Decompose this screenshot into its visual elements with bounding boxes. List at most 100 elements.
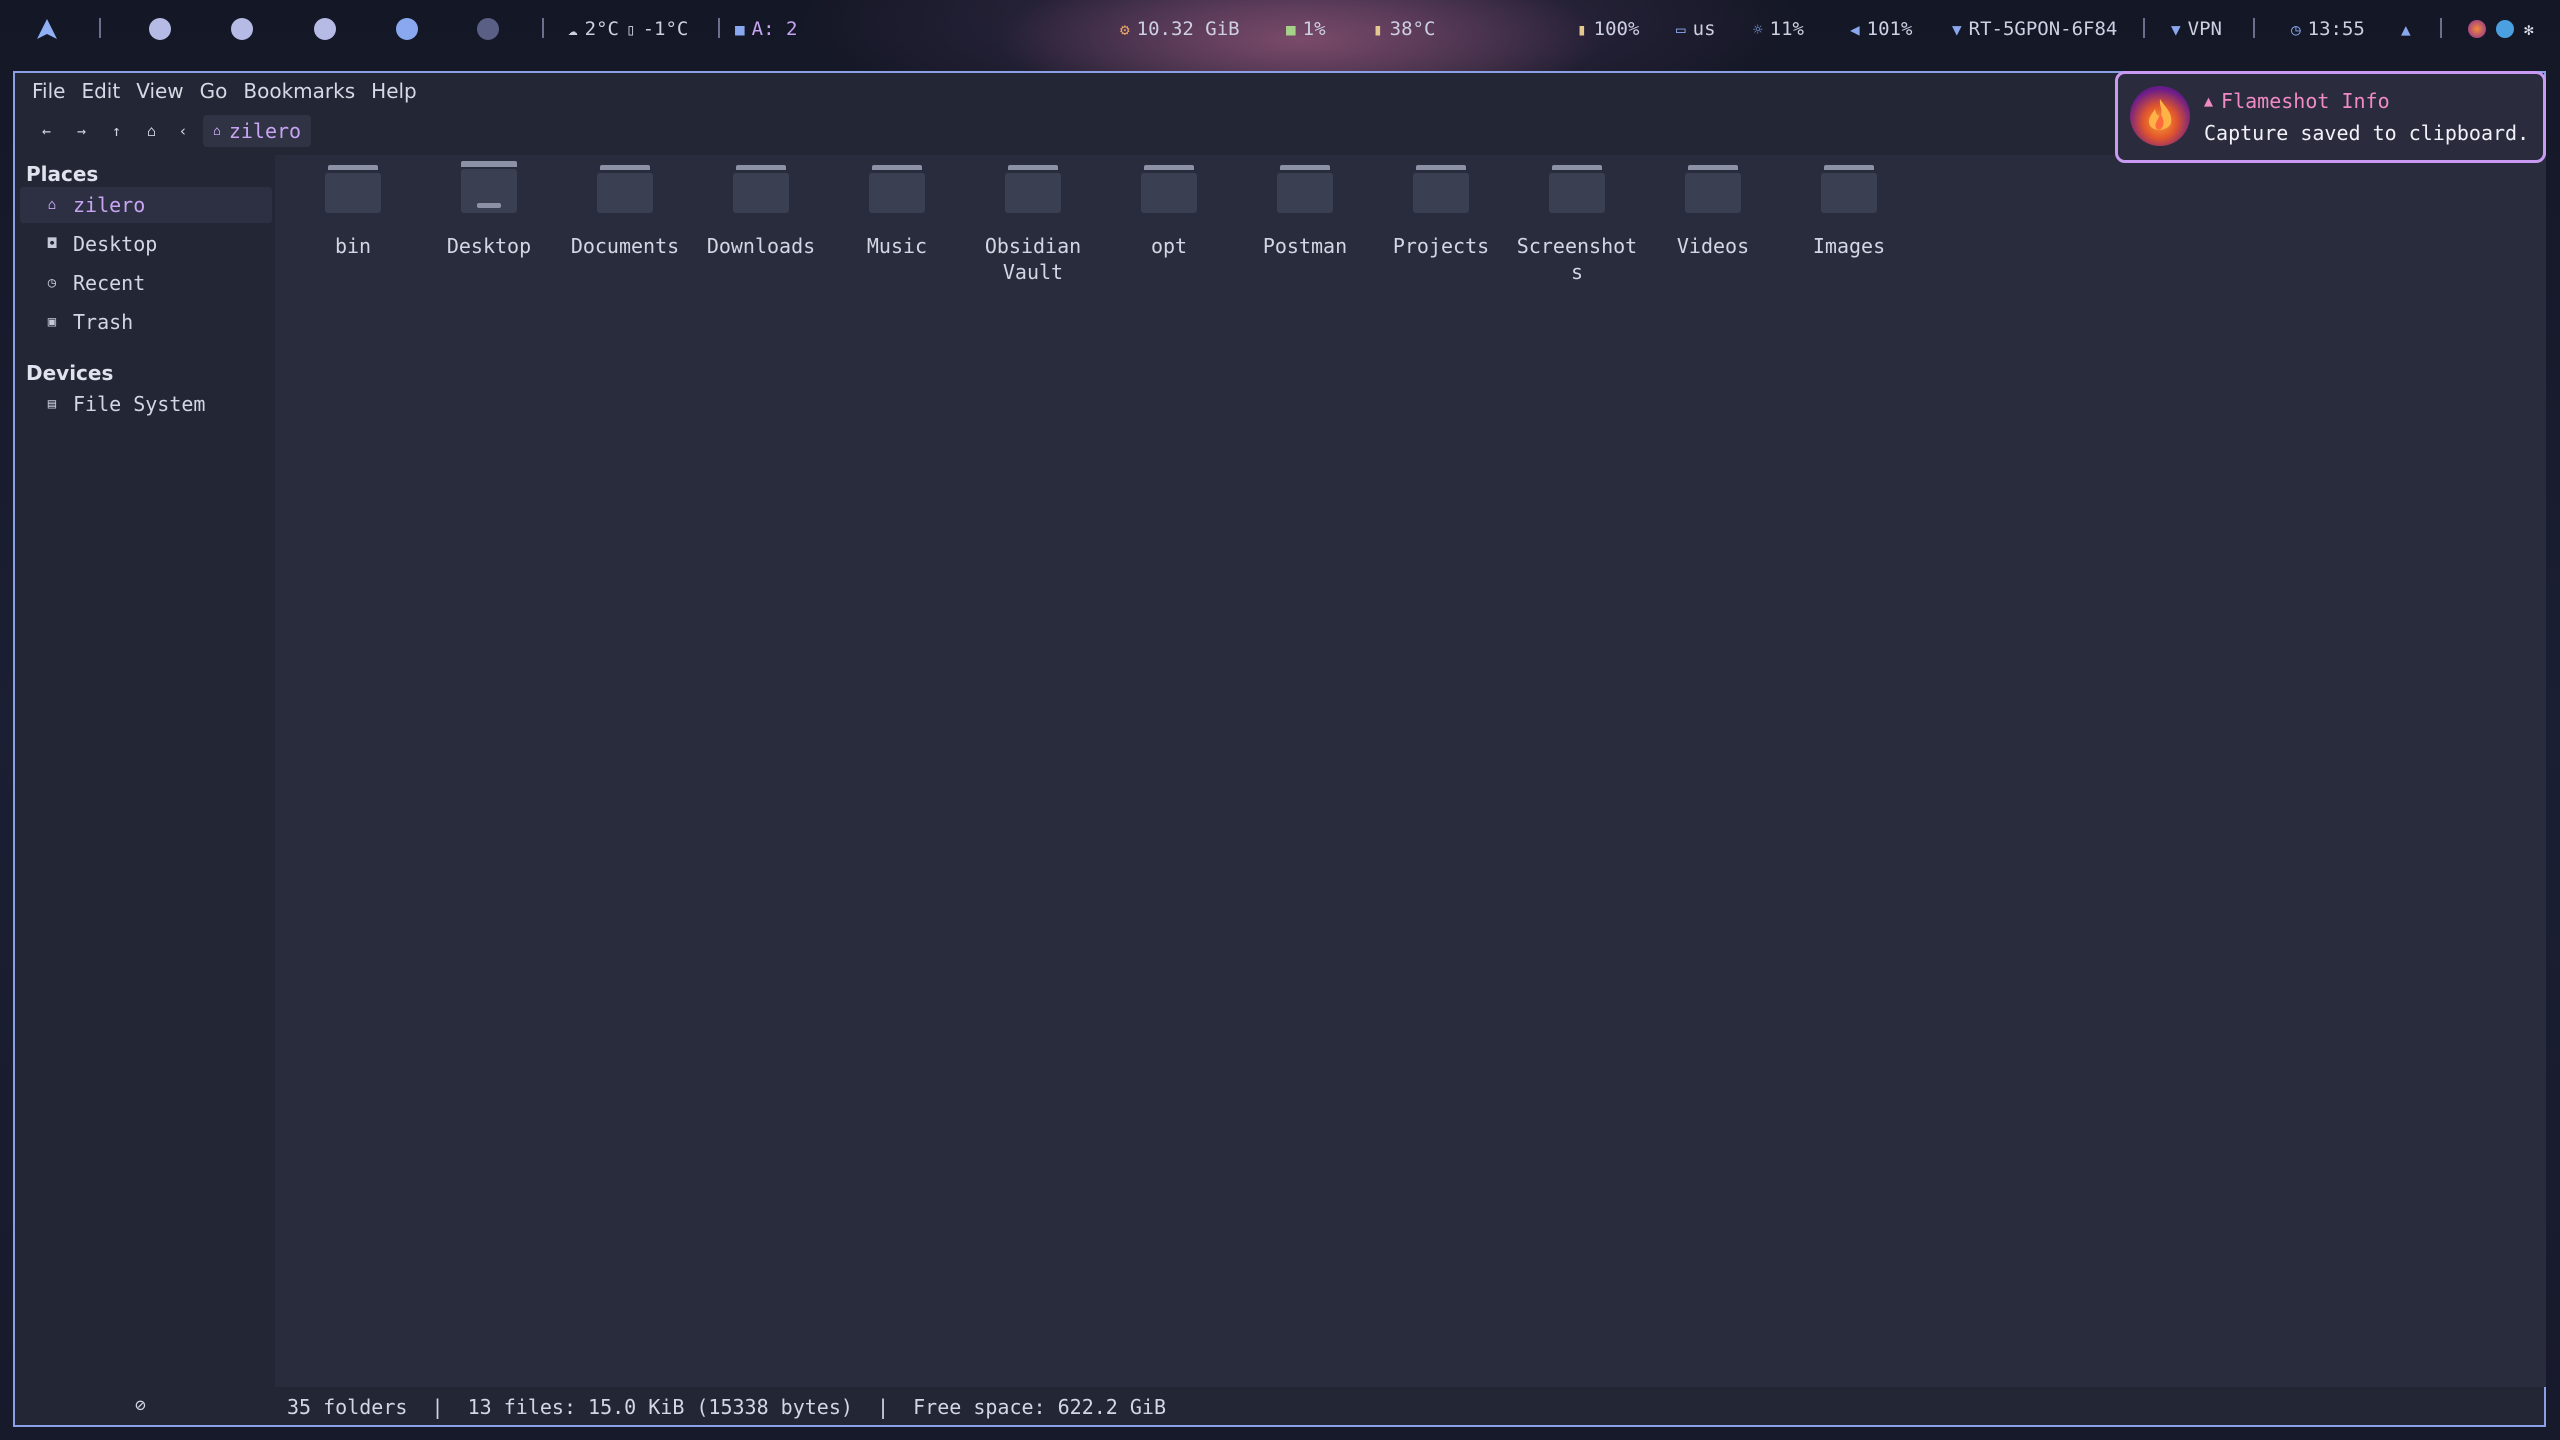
vpn-icon: ▼ — [2171, 19, 2181, 39]
clock-widget[interactable]: ◷ 13:55 — [2291, 0, 2365, 58]
folder-item[interactable]: Screenshots — [1512, 165, 1642, 285]
sidebar: Places ⌂ zilero ◘ Desktop ◷ Recent ▣ Tra… — [15, 155, 273, 1387]
folder-name: Desktop — [446, 234, 532, 258]
weather-low-temp: -1°C — [642, 18, 689, 40]
arrow-left-icon[interactable]: ← — [29, 122, 64, 140]
memory-widget[interactable]: ⚙ 10.32 GiB — [1120, 0, 1240, 58]
chevron-left-icon[interactable]: ‹ — [169, 122, 197, 140]
folder-icon — [597, 165, 653, 215]
workspace-2[interactable] — [231, 18, 253, 40]
weather-widget[interactable]: ☁ 2°C ▯ -1°C — [568, 0, 688, 58]
home-icon[interactable]: ⌂ — [134, 122, 169, 140]
brightness-value: 11% — [1769, 18, 1804, 40]
flameshot-tray-icon[interactable] — [2468, 0, 2486, 58]
file-view[interactable]: bin Desktop Documents Downloads Music Ob… — [275, 155, 2546, 1387]
folder-name: Downloads — [706, 234, 816, 258]
menu-edit[interactable]: Edit — [73, 79, 128, 103]
notification-popup[interactable]: ▲ Flameshot Info Capture saved to clipbo… — [2115, 71, 2546, 163]
arch-logo-icon[interactable] — [36, 0, 58, 58]
bell-icon[interactable]: ▲ — [2401, 0, 2411, 58]
desktop-icon: ◘ — [47, 236, 57, 252]
folder-icon — [1821, 165, 1877, 215]
brightness-widget[interactable]: ☼ 11% — [1753, 0, 1804, 58]
clock-time: 13:55 — [2307, 18, 2365, 40]
menu-bar: File Edit View Go Bookmarks Help — [15, 73, 425, 109]
home-icon: ⌂ — [213, 123, 221, 139]
sidebar-item-file-system[interactable]: ▤ File System — [20, 386, 272, 422]
volume-widget[interactable]: ◀ 101% — [1850, 0, 1912, 58]
battery-widget[interactable]: ▮ 100% — [1577, 0, 1639, 58]
memory-value: 10.32 GiB — [1136, 18, 1240, 40]
thermometer-icon: ▯ — [625, 19, 636, 39]
arrow-right-icon[interactable]: → — [64, 122, 99, 140]
cpu-widget[interactable]: ■ 1% — [1286, 0, 1326, 58]
sidebar-item-trash[interactable]: ▣ Trash — [20, 304, 272, 340]
folder-name: Projects — [1392, 234, 1490, 258]
menu-bookmarks[interactable]: Bookmarks — [235, 79, 363, 103]
sidebar-item-recent[interactable]: ◷ Recent — [20, 265, 272, 301]
workspace-1[interactable] — [149, 18, 171, 40]
folder-item[interactable]: Projects — [1376, 165, 1506, 259]
volume-value: 101% — [1866, 18, 1913, 40]
folder-item[interactable]: Obsidian Vault — [968, 165, 1098, 285]
brightness-icon: ☼ — [1753, 19, 1763, 39]
keyboard-layout: us — [1692, 18, 1716, 40]
cpu-temp-widget[interactable]: ▮ 38°C — [1373, 0, 1435, 58]
workspace-5[interactable] — [477, 18, 499, 40]
separator — [2440, 18, 2442, 38]
notification-title-text: Flameshot Info — [2221, 89, 2390, 113]
no-entry-icon: ⊘ — [135, 1395, 146, 1416]
clock-icon: ◷ — [47, 275, 57, 291]
desktop-folder-icon — [461, 161, 517, 215]
folder-icon — [1413, 165, 1469, 215]
sidebar-item-desktop[interactable]: ◘ Desktop — [20, 226, 272, 262]
breadcrumb-current[interactable]: ⌂ zilero — [203, 115, 312, 147]
battery-icon: ▮ — [1577, 19, 1587, 39]
updates-count: A: 2 — [751, 18, 798, 40]
sidebar-item-home[interactable]: ⌂ zilero — [20, 187, 272, 223]
file-manager-window: File Edit View Go Bookmarks Help ← → ↑ ⌂… — [13, 71, 2546, 1427]
workspace-4[interactable] — [396, 18, 418, 40]
settings-tray-icon[interactable]: ✻ — [2524, 0, 2534, 58]
folder-item[interactable]: Music — [832, 165, 962, 259]
weather-temp: 2°C — [584, 18, 619, 40]
folder-name: Music — [866, 234, 928, 258]
updates-widget[interactable]: ■ A: 2 — [735, 0, 797, 58]
trash-icon: ▣ — [47, 314, 57, 330]
menu-view[interactable]: View — [128, 79, 191, 103]
folder-item[interactable]: Images — [1784, 165, 1914, 259]
arrow-up-icon[interactable]: ↑ — [99, 122, 134, 140]
cpu-value: 1% — [1302, 18, 1326, 40]
bell-icon: ▲ — [2204, 92, 2214, 110]
telegram-tray-icon[interactable] — [2496, 0, 2514, 58]
folder-item[interactable]: Downloads — [696, 165, 826, 259]
menu-go[interactable]: Go — [192, 79, 236, 103]
menu-file[interactable]: File — [24, 79, 73, 103]
cpu-temp-value: 38°C — [1389, 18, 1436, 40]
folder-icon — [1549, 165, 1605, 215]
folder-item[interactable]: Desktop — [424, 161, 554, 259]
folder-item[interactable]: opt — [1104, 165, 1234, 259]
folder-item[interactable]: Documents — [560, 165, 690, 259]
separator — [718, 18, 720, 38]
folder-icon — [1141, 165, 1197, 215]
folder-icon — [1005, 165, 1061, 215]
folder-item[interactable]: Postman — [1240, 165, 1370, 259]
home-icon: ⌂ — [47, 197, 57, 213]
folder-item[interactable]: Videos — [1648, 165, 1778, 259]
keyboard-widget[interactable]: ▭ us — [1676, 0, 1716, 58]
folder-name: Images — [1812, 234, 1886, 258]
folder-item[interactable]: bin — [288, 165, 418, 259]
wifi-icon: ▼ — [1952, 19, 1962, 39]
workspace-3[interactable] — [314, 18, 336, 40]
breadcrumb-label: zilero — [228, 119, 302, 143]
thermometer-icon: ▮ — [1373, 19, 1383, 39]
menu-help[interactable]: Help — [363, 79, 425, 103]
vpn-widget[interactable]: ▼ VPN — [2171, 0, 2222, 58]
folder-icon — [325, 165, 381, 215]
folder-name: opt — [1150, 234, 1188, 258]
cloud-icon: ☁ — [568, 19, 578, 39]
drive-icon: ▤ — [47, 396, 57, 412]
wifi-widget[interactable]: ▼ RT-5GPON-6F84 — [1952, 0, 2117, 58]
folder-name: Obsidian Vault — [984, 234, 1082, 284]
